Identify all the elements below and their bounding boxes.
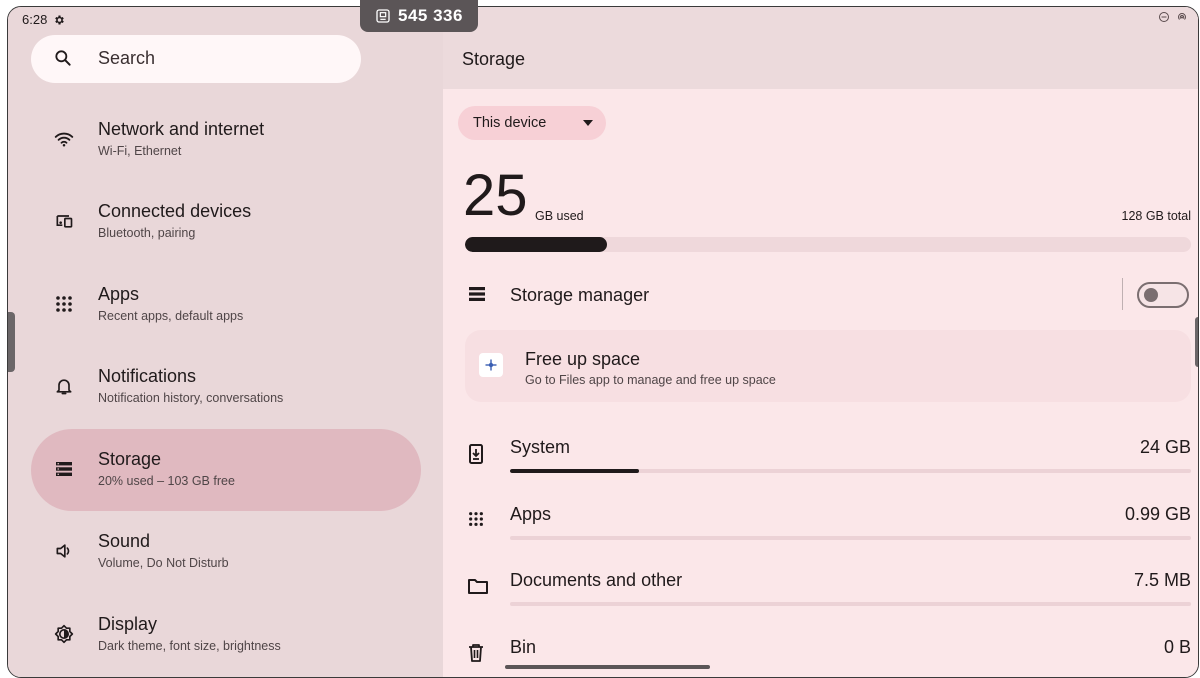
- device-selector-dropdown[interactable]: This device: [458, 106, 606, 140]
- search-label: Search: [98, 48, 156, 68]
- bell-icon: [53, 375, 75, 397]
- apps-grid-icon: [469, 512, 483, 526]
- brightness-icon: [53, 623, 75, 645]
- nav-item-display[interactable]: Display Dark theme, font size, brightnes…: [31, 594, 421, 676]
- wifi-icon: [53, 128, 75, 150]
- free-up-space-card[interactable]: Free up space Go to Files app to manage …: [465, 330, 1191, 402]
- used-amount: 25: [463, 163, 528, 228]
- free-up-space-title: Free up space: [525, 349, 641, 369]
- storage-manager-toggle[interactable]: [1137, 282, 1189, 308]
- category-usage-fill: [510, 469, 640, 473]
- category-system[interactable]: System 24 GB: [443, 424, 1198, 490]
- free-up-space-subtitle: Go to Files app to manage and free up sp…: [525, 373, 776, 387]
- files-app-icon: [479, 353, 503, 377]
- nav-item-subtitle: Dark theme, font size, brightness: [98, 639, 281, 653]
- nav-item-title: Connected devices: [98, 201, 252, 221]
- remote-device-icon: [376, 9, 390, 23]
- category-name: Documents and other: [510, 570, 683, 590]
- total-capacity: 128 GB total: [1121, 209, 1192, 223]
- nav-item-apps[interactable]: Apps Recent apps, default apps: [31, 264, 421, 346]
- apps-grid-icon: [53, 293, 75, 315]
- devices-icon: [53, 210, 75, 232]
- storage-manager-icon: [469, 287, 485, 301]
- status-bar-left: 6:28: [22, 12, 65, 27]
- settings-window: 6:28 Search Network and internet Wi-Fi, …: [7, 6, 1199, 678]
- category-bin[interactable]: Bin 0 B: [443, 624, 1198, 677]
- category-size: 0.99 GB: [1124, 504, 1191, 524]
- toggle-knob: [1144, 288, 1158, 302]
- nav-item-connected-devices[interactable]: Connected devices Bluetooth, pairing: [31, 181, 421, 263]
- nav-item-title: Display: [98, 614, 158, 634]
- nav-item-subtitle: 20% used – 103 GB free: [98, 474, 235, 488]
- device-selector-label: This device: [473, 115, 547, 131]
- category-name: Apps: [510, 504, 552, 524]
- nav-item-title: Storage: [98, 449, 162, 469]
- settings-navigation: 6:28 Search Network and internet Wi-Fi, …: [8, 7, 443, 677]
- nav-item-subtitle: Bluetooth, pairing: [98, 226, 196, 240]
- search-bar[interactable]: Search: [31, 35, 361, 83]
- storage-icon: [53, 458, 75, 480]
- nav-item-title: Sound: [98, 531, 151, 551]
- detail-header: [443, 7, 1198, 89]
- trash-icon: [469, 644, 483, 662]
- nav-item-subtitle: Wi-Fi, Ethernet: [98, 144, 182, 158]
- nav-item-network[interactable]: Network and internet Wi-Fi, Ethernet: [31, 99, 421, 181]
- dropdown-arrow-icon: [583, 120, 593, 126]
- category-usage-track: [510, 469, 1191, 473]
- clock: 6:28: [22, 12, 48, 27]
- dnd-icon: [1159, 12, 1169, 22]
- hotspot-icon: [1178, 13, 1186, 20]
- right-edge-handle[interactable]: [1195, 317, 1198, 367]
- nav-item-title: Network and internet: [98, 119, 265, 139]
- storage-usage-fill: [465, 237, 607, 252]
- nav-item-subtitle: Notification history, conversations: [98, 391, 284, 405]
- remote-session-code: 545 336: [360, 0, 478, 32]
- folder-icon: [468, 579, 488, 594]
- category-usage-track: [510, 536, 1191, 540]
- storage-manager-label: Storage manager: [510, 285, 650, 305]
- nav-item-title: Apps: [98, 284, 140, 304]
- category-name: System: [510, 437, 571, 457]
- system-update-icon: [469, 444, 483, 464]
- status-bar-right: [1158, 11, 1188, 23]
- nav-item-notifications[interactable]: Notifications Notification history, conv…: [31, 346, 421, 428]
- category-size: 24 GB: [1139, 437, 1191, 457]
- speaker-icon: [53, 540, 75, 562]
- storage-detail: Storage This device 25 GB used 128 GB to…: [443, 7, 1198, 677]
- used-unit: GB used: [535, 209, 584, 223]
- nav-item-title: Notifications: [98, 366, 197, 386]
- session-code-text: 545 336: [398, 6, 463, 25]
- left-edge-handle[interactable]: [8, 312, 15, 372]
- nav-item-sound[interactable]: Sound Volume, Do Not Disturb: [31, 511, 421, 593]
- page-title: Storage: [462, 49, 526, 69]
- nav-item-storage[interactable]: Storage 20% used – 103 GB free: [31, 429, 421, 511]
- home-gesture-bar[interactable]: [505, 665, 710, 669]
- search-icon: [55, 50, 71, 66]
- settings-gear-icon: [55, 15, 65, 24]
- category-size: 0 B: [1163, 637, 1191, 657]
- divider: [1122, 278, 1123, 310]
- category-documents[interactable]: Documents and other 7.5 MB: [443, 557, 1198, 623]
- category-usage-track: [510, 602, 1191, 606]
- category-name: Bin: [510, 637, 537, 657]
- category-size: 7.5 MB: [1133, 570, 1191, 590]
- nav-item-subtitle: Recent apps, default apps: [98, 309, 244, 323]
- storage-usage-bar: [465, 237, 1191, 252]
- nav-item-subtitle: Volume, Do Not Disturb: [98, 556, 229, 570]
- category-apps[interactable]: Apps 0.99 GB: [443, 491, 1198, 557]
